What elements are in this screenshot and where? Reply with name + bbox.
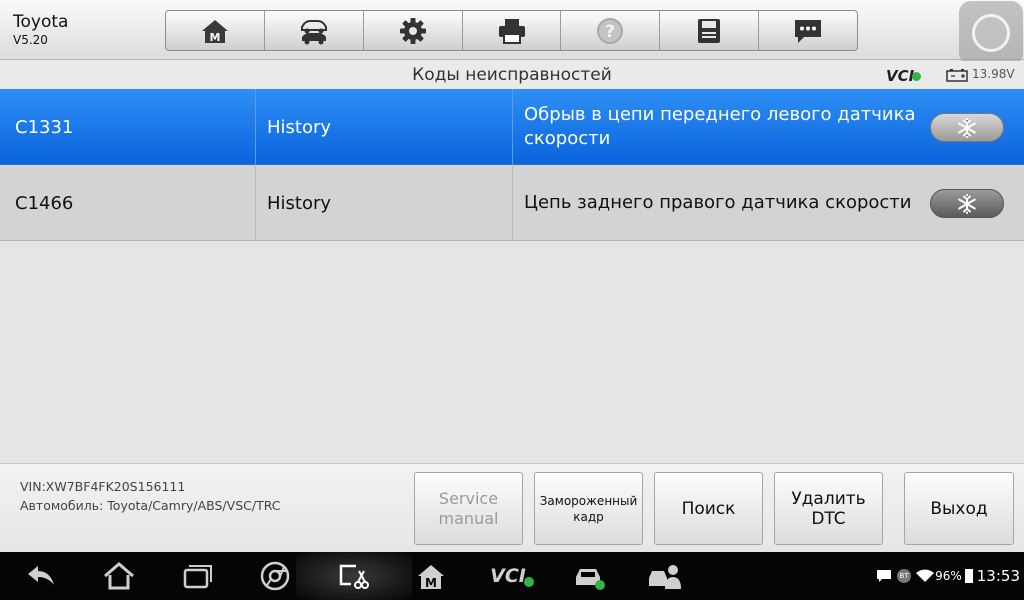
remote-expert-button[interactable]	[648, 560, 682, 592]
android-home-button[interactable]	[102, 560, 136, 592]
printer-icon	[498, 18, 525, 44]
vci-nav-label: VCI	[490, 565, 526, 587]
vehicle-info: VIN:XW7BF4FK20S156111 Автомобиль: Toyota…	[20, 477, 281, 515]
vehicle-make: Toyota	[13, 12, 69, 32]
top-header: Toyota V5.20 M ?	[0, 0, 1024, 65]
settings-button[interactable]	[364, 11, 463, 50]
print-button[interactable]	[463, 11, 562, 50]
car-person-icon	[649, 565, 681, 589]
help-button[interactable]: ?	[561, 11, 661, 50]
back-arrow-icon	[28, 566, 54, 585]
vehicle-swap-button[interactable]	[265, 11, 364, 50]
car-check-icon	[576, 569, 605, 590]
message-button[interactable]	[759, 11, 857, 50]
freeze-frame-row-button[interactable]	[930, 113, 1004, 142]
software-version: V5.20	[13, 33, 48, 47]
delete-dtc-button[interactable]: Удалить DTC	[774, 472, 883, 545]
battery-level-icon	[964, 569, 973, 583]
scissors-screen-icon	[339, 564, 369, 589]
search-button[interactable]: Поиск	[654, 472, 763, 545]
recent-apps-button[interactable]	[180, 560, 214, 592]
home-m-icon: M	[418, 565, 444, 590]
table-row[interactable]: C1331 History Обрыв в цепи переднего лев…	[0, 89, 1024, 165]
wifi-icon	[916, 569, 935, 582]
clock: 13:53	[976, 567, 1020, 585]
freeze-frame-label-2: кадр	[573, 509, 604, 524]
vci-connected-icon	[523, 577, 534, 587]
assistive-touch-button[interactable]	[959, 1, 1023, 65]
freeze-frame-row-button[interactable]	[930, 189, 1004, 218]
freeze-frame-label-1: Замороженный	[539, 493, 638, 508]
message-icon	[795, 19, 822, 43]
vci-label: VCI	[886, 67, 915, 85]
dtc-code: C1466	[0, 165, 256, 241]
home-m-icon: M	[201, 19, 228, 44]
back-button[interactable]	[24, 560, 58, 592]
vci-manager-button[interactable]: VCI	[488, 560, 536, 592]
home-icon	[104, 562, 134, 590]
screenshot-button[interactable]	[336, 560, 370, 592]
android-nav-bar: M VCI BT 96% 13:53	[0, 552, 1024, 600]
freeze-frame-button[interactable]: Замороженный кадр	[534, 472, 643, 545]
help-icon: ?	[597, 17, 624, 44]
system-status: BT 96% 13:53	[876, 567, 1020, 585]
home-button[interactable]: M	[166, 11, 265, 50]
chrome-icon	[260, 561, 290, 591]
gear-icon	[399, 17, 426, 44]
search-label: Поиск	[681, 498, 736, 519]
vehicle-diagnostics-button[interactable]	[572, 560, 606, 592]
table-row[interactable]: C1466 History Цепь заднего правого датчи…	[0, 165, 1024, 241]
snowflake-icon	[958, 117, 976, 138]
exit-button[interactable]: Выход	[904, 472, 1014, 545]
snowflake-icon	[958, 193, 976, 214]
title-bar: Коды неисправностей VCI 13.98V	[0, 61, 1024, 89]
main-toolbar: M ?	[165, 10, 858, 51]
service-manual-label-1: Service	[438, 488, 499, 508]
battery-icon	[946, 69, 968, 82]
battery-voltage: 13.98V	[972, 67, 1015, 81]
recent-apps-icon	[183, 565, 212, 589]
page-title: Коды неисправностей	[412, 65, 612, 85]
vin-text: VIN:XW7BF4FK20S156111	[20, 479, 186, 494]
dtc-status: History	[256, 165, 513, 241]
dtc-status: History	[256, 89, 513, 165]
svg-text:?: ?	[605, 22, 615, 42]
dtc-code: C1331	[0, 89, 256, 165]
exit-label: Выход	[930, 498, 988, 519]
vehicle-path-text: Автомобиль: Toyota/Camry/ABS/VSC/TRC	[20, 498, 281, 513]
delete-dtc-label-1: Удалить	[791, 488, 866, 509]
bluetooth-icon: BT	[897, 569, 912, 583]
service-manual-label-2: manual	[438, 508, 499, 528]
footer-bar: VIN:XW7BF4FK20S156111 Автомобиль: Toyota…	[0, 463, 1024, 552]
save-icon	[698, 18, 721, 43]
assistive-touch-icon	[972, 14, 1010, 52]
maxisys-home-button[interactable]: M	[414, 560, 448, 592]
battery-percent: 96%	[935, 569, 962, 583]
svg-text:M: M	[425, 576, 437, 590]
vci-connected-icon	[912, 72, 922, 81]
save-button[interactable]	[660, 11, 760, 50]
dtc-description: Цепь заднего правого датчика скорости	[524, 192, 912, 213]
vehicle-swap-icon	[300, 19, 327, 44]
dtc-description: Обрыв в цепи переднего левого датчика ск…	[524, 104, 916, 149]
browser-button[interactable]	[258, 560, 292, 592]
delete-dtc-label-2: DTC	[811, 508, 846, 529]
svg-text:M: M	[209, 31, 220, 44]
vehicle-brand: Toyota V5.20	[13, 12, 68, 48]
service-manual-button[interactable]: Service manual	[414, 472, 523, 545]
vci-status: VCI	[886, 67, 922, 85]
chat-notification-icon	[877, 570, 892, 582]
dtc-table: C1331 History Обрыв в цепи переднего лев…	[0, 89, 1024, 241]
